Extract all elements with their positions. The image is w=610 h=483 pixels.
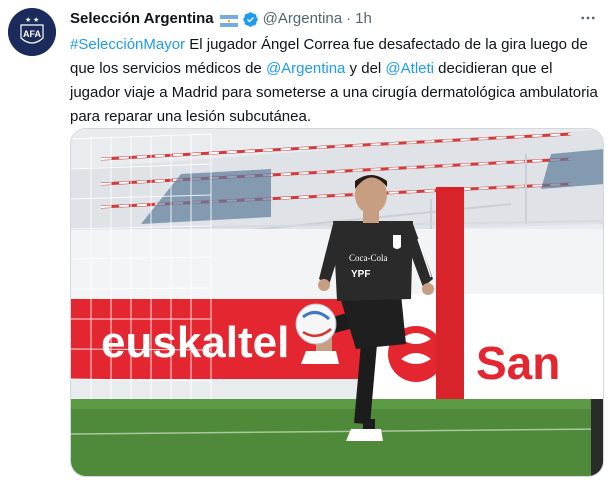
avatar-text: AFA	[23, 29, 42, 39]
avatar[interactable]: ★ ★ AFA	[8, 8, 56, 56]
banner-euskaltel: euskaltel	[101, 318, 289, 367]
tweet-text: #SelecciónMayor El jugador Ángel Correa …	[70, 33, 602, 129]
author-name[interactable]: Selección Argentina	[70, 9, 214, 29]
tweet-photo[interactable]: euskaltel San Coca-Cola YPF	[70, 128, 604, 477]
shirt-sponsor-text-2: YPF	[351, 269, 370, 280]
tweet-timestamp[interactable]: 1h	[355, 9, 372, 29]
hashtag-link[interactable]: #SelecciónMayor	[70, 36, 185, 53]
more-options-icon[interactable]	[576, 6, 600, 30]
soccer-ball	[295, 303, 337, 345]
author-handle[interactable]: @Argentina	[263, 9, 342, 29]
svg-text:★: ★	[25, 16, 31, 24]
verified-badge-icon	[242, 11, 259, 28]
tweet[interactable]: ★ ★ AFA Selección Argentina @Argentina ·…	[0, 0, 610, 483]
shirt-sponsor-text: Coca-Cola	[349, 253, 388, 263]
mention-link-argentina[interactable]: @Argentina	[266, 60, 345, 77]
svg-text:★: ★	[33, 16, 39, 24]
tweet-text-segment: y del	[345, 60, 386, 77]
tweet-header: Selección Argentina @Argentina · 1h	[70, 9, 372, 29]
separator-dot: ·	[346, 10, 352, 27]
argentina-flag-icon	[219, 13, 238, 27]
banner-santander: San	[476, 337, 560, 389]
mention-link-atleti[interactable]: @Atleti	[385, 60, 434, 77]
